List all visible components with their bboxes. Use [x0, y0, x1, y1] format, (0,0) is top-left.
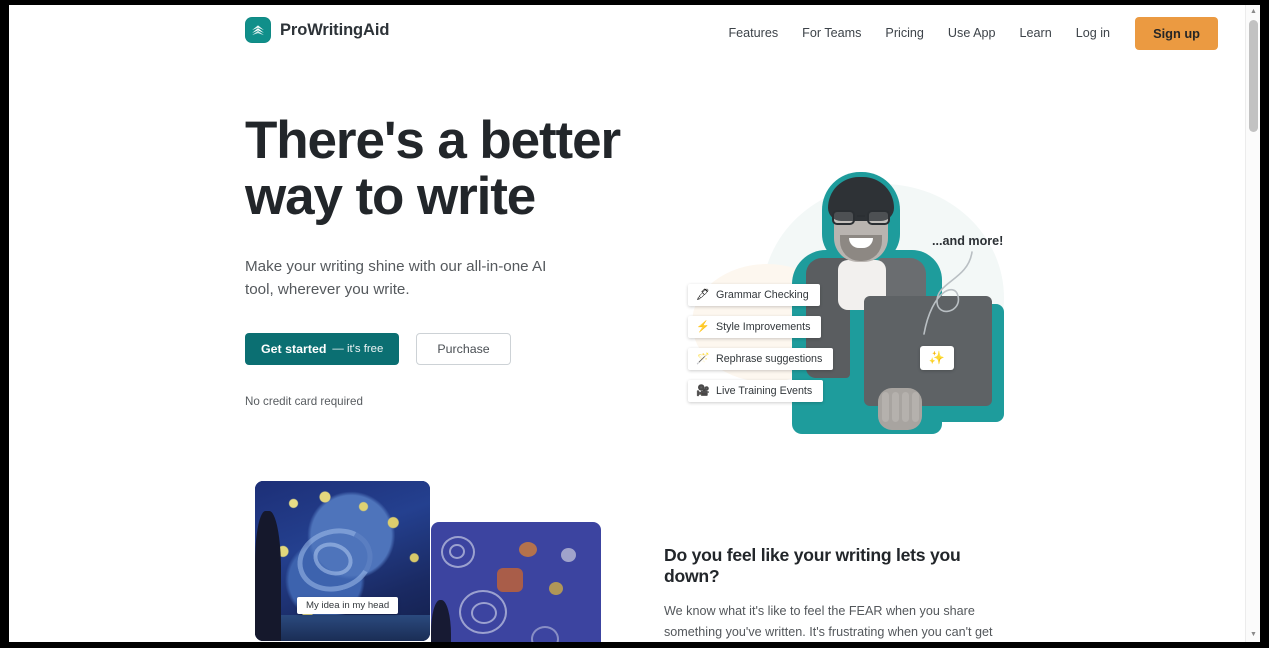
idea-caption: My idea in my head [297, 597, 399, 614]
doodle-star [561, 548, 576, 562]
feature-chip-rephrase-suggestions[interactable]: 🪄 Rephrase suggestions [688, 348, 834, 370]
starry-night-hills [255, 615, 430, 641]
feature-chip-label: Grammar Checking [716, 289, 809, 301]
starry-night-cypress [255, 511, 281, 641]
nav-for-teams[interactable]: For Teams [790, 16, 873, 50]
hero-title-line-2: way to write [245, 167, 536, 226]
get-started-button[interactable]: Get started — it's free [245, 333, 400, 365]
doodle-star [497, 568, 523, 592]
browser-viewport: ProWritingAid Features For Teams Pricing… [9, 5, 1260, 642]
person-hand [878, 388, 922, 430]
feature-chip-live-training-events[interactable]: 🎥 Live Training Events [688, 380, 824, 402]
feature-chip-style-improvements[interactable]: ⚡ Style Improvements [688, 316, 822, 338]
hero-illustration: 🖋 Grammar Checking ⚡ Style Improvements … [674, 156, 1024, 456]
book-logo-icon [245, 17, 271, 43]
site-header: ProWritingAid Features For Teams Pricing… [9, 5, 1245, 61]
brand-name: ProWritingAid [280, 20, 390, 39]
feature-chip-label: Live Training Events [716, 385, 813, 397]
get-started-label: Get started [261, 342, 327, 356]
doodle-cypress [431, 600, 451, 642]
window-left-edge [0, 0, 9, 648]
brand-logo-link[interactable]: ProWritingAid [245, 17, 389, 43]
feature-chip-label: Rephrase suggestions [716, 353, 823, 365]
browser-window: ProWritingAid Features For Teams Pricing… [0, 0, 1269, 648]
writing-lets-you-down-section: My idea in my head Do you feel like your… [9, 481, 1245, 642]
feature-chip-grammar-checking[interactable]: 🖋 Grammar Checking [688, 284, 820, 306]
doodle-star [549, 582, 563, 595]
nav-features[interactable]: Features [716, 16, 790, 50]
doodle-spiral [449, 544, 465, 559]
hero-title-line-1: There's a better [245, 111, 621, 170]
section-body: We know what it's like to feel the FEAR … [664, 604, 993, 639]
main-navigation: Features For Teams Pricing Use App Learn… [716, 16, 1218, 50]
scroll-up-arrow-icon[interactable]: ▲ [1246, 5, 1260, 19]
nav-log-in[interactable]: Log in [1064, 16, 1122, 50]
second-section-copy: Do you feel like your writing lets you d… [664, 545, 1019, 642]
curved-arrow-icon [923, 251, 973, 335]
nav-learn[interactable]: Learn [1008, 16, 1064, 50]
scroll-down-arrow-icon[interactable]: ▼ [1246, 628, 1260, 642]
crude-drawing-image [431, 522, 601, 642]
feature-chip-label: Style Improvements [716, 321, 811, 333]
lightning-bolt-icon: ⚡ [696, 320, 710, 333]
webpage-content: ProWritingAid Features For Teams Pricing… [9, 5, 1245, 642]
magic-wand-icon: 🪄 [696, 352, 710, 365]
window-top-edge [0, 0, 1269, 5]
hero-section: There's a better way to write Make your … [9, 61, 1245, 481]
video-camera-icon: 🎥 [696, 384, 710, 397]
no-credit-card-note: No credit card required [245, 395, 363, 408]
hero-subtitle: Make your writing shine with our all-in-… [245, 258, 547, 298]
starry-night-image [255, 481, 430, 641]
doodle-spiral [471, 602, 497, 624]
get-started-free-note: — it's free [332, 343, 384, 355]
sparkle-chip[interactable]: ✨ [920, 346, 954, 370]
doodle-star [519, 542, 537, 557]
scrollbar-thumb[interactable] [1249, 20, 1258, 132]
hero-cta-group: Get started — it's free Purchase [245, 333, 665, 365]
and-more-label: ...and more! [932, 234, 1004, 248]
pen-icon: 🖋 [696, 288, 710, 301]
nav-use-app[interactable]: Use App [936, 16, 1008, 50]
sign-up-button[interactable]: Sign up [1135, 16, 1218, 50]
doodle-spiral [531, 626, 559, 642]
purchase-button[interactable]: Purchase [416, 333, 511, 365]
window-bottom-edge [0, 642, 1269, 648]
sparkle-icon: ✨ [928, 350, 946, 365]
vertical-scrollbar[interactable]: ▲ ▼ [1245, 5, 1260, 642]
feature-chip-list: 🖋 Grammar Checking ⚡ Style Improvements … [688, 284, 834, 402]
hero-copy: There's a better way to write Make your … [245, 113, 665, 408]
nav-pricing[interactable]: Pricing [873, 16, 936, 50]
glasses-icon [832, 210, 890, 225]
section-title: Do you feel like your writing lets you d… [664, 545, 961, 586]
page-title: There's a better way to write [245, 113, 665, 225]
window-right-edge [1260, 0, 1269, 648]
